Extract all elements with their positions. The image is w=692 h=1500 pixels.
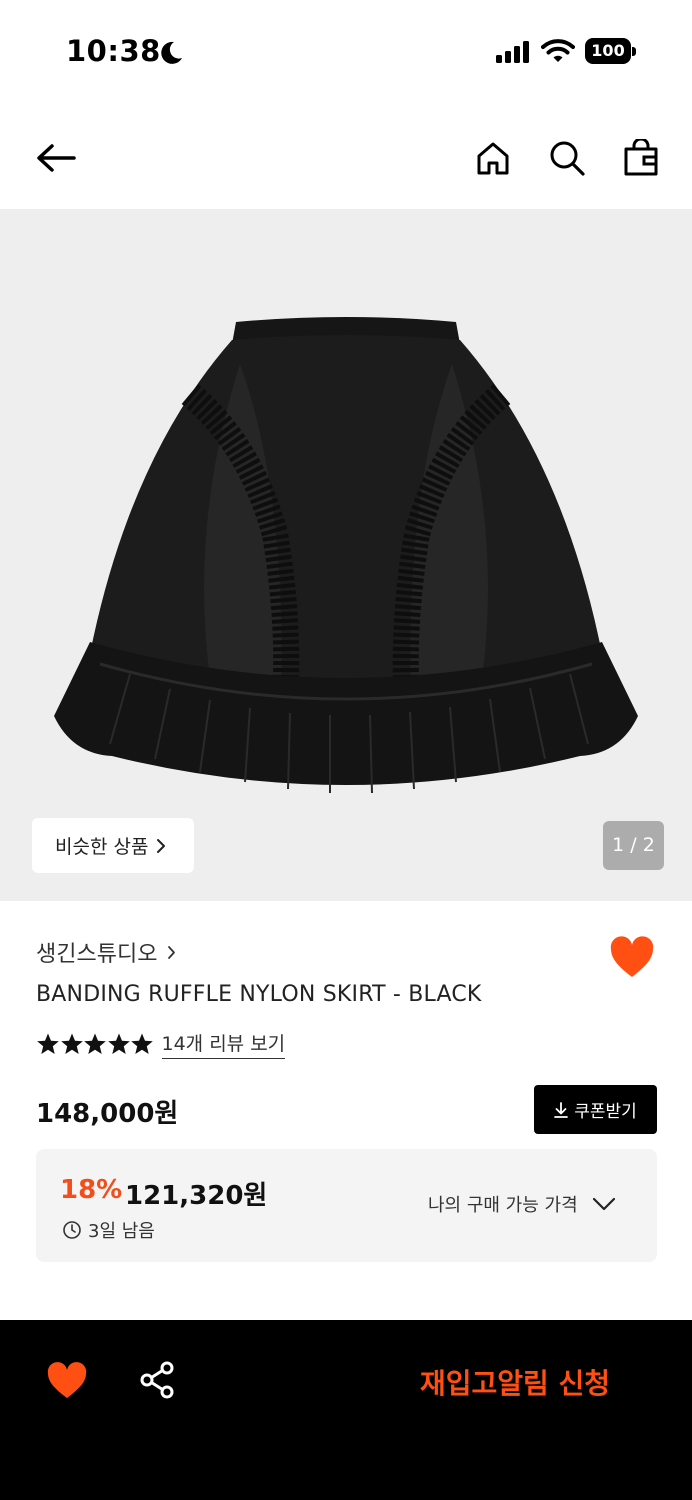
search-icon bbox=[550, 141, 585, 176]
star-icon bbox=[131, 1033, 153, 1054]
shopping-bag-icon bbox=[624, 139, 658, 176]
wifi-icon bbox=[541, 39, 575, 62]
top-navigation bbox=[0, 120, 692, 196]
similar-products-button[interactable]: 비슷한 상품 bbox=[32, 818, 194, 873]
wishlist-heart-icon[interactable] bbox=[609, 936, 655, 980]
product-image-gallery[interactable]: 비슷한 상품 1 / 2 bbox=[0, 209, 692, 901]
search-button[interactable] bbox=[543, 134, 591, 182]
time-remaining-label: 3일 남음 bbox=[88, 1221, 155, 1242]
restock-alert-button[interactable]: 재입고알림 신청 bbox=[420, 1362, 610, 1402]
back-arrow-icon bbox=[37, 144, 76, 172]
rating-row: 14개 리뷰 보기 bbox=[36, 1029, 286, 1059]
review-link[interactable]: 14개 리뷰 보기 bbox=[161, 1029, 286, 1059]
discount-rate: 18% bbox=[60, 1175, 123, 1205]
my-price-toggle[interactable]: 나의 구매 가능 가격 bbox=[428, 1191, 616, 1217]
bottom-action-bar: 재입고알림 신청 bbox=[0, 1320, 692, 1500]
discount-price: 121,320원 bbox=[125, 1181, 268, 1211]
original-price: 148,000원 bbox=[36, 1099, 179, 1129]
star-icon bbox=[60, 1033, 83, 1054]
back-button[interactable] bbox=[32, 134, 80, 182]
wishlist-heart-icon[interactable] bbox=[46, 1362, 88, 1400]
battery-level: 100 bbox=[591, 41, 625, 60]
clock-icon bbox=[63, 1221, 81, 1239]
similar-products-label: 비슷한 상품 bbox=[55, 836, 149, 858]
cellular-signal-icon bbox=[496, 41, 529, 63]
time-remaining: 3일 남음 bbox=[62, 1217, 155, 1243]
chevron-right-icon bbox=[168, 945, 176, 959]
coupon-download-button[interactable]: 쿠폰받기 bbox=[534, 1085, 657, 1134]
battery-icon: 100 bbox=[585, 38, 637, 64]
brand-link[interactable]: 생긴스튜디오 bbox=[36, 936, 176, 968]
share-icon[interactable] bbox=[138, 1360, 178, 1400]
skirt-product-photo bbox=[54, 317, 638, 794]
status-bar: 10:38 100 bbox=[0, 0, 692, 100]
home-icon bbox=[477, 142, 509, 175]
download-icon bbox=[554, 1101, 569, 1118]
moon-icon bbox=[161, 41, 182, 64]
chevron-down-icon bbox=[592, 1197, 615, 1211]
discount-price-box: 18% 121,320원 3일 남음 나의 구매 가능 가격 bbox=[36, 1149, 657, 1262]
shopping-bag-button[interactable] bbox=[617, 134, 665, 182]
product-title: BANDING RUFFLE NYLON SKIRT - BLACK bbox=[36, 982, 482, 1007]
home-button[interactable] bbox=[469, 134, 517, 182]
star-icon bbox=[84, 1033, 106, 1054]
chevron-right-icon bbox=[157, 838, 166, 853]
brand-name: 생긴스튜디오 bbox=[36, 942, 158, 967]
star-icon bbox=[107, 1033, 130, 1054]
star-icon bbox=[37, 1033, 59, 1054]
coupon-label: 쿠폰받기 bbox=[574, 1102, 637, 1122]
image-page-indicator: 1 / 2 bbox=[603, 821, 664, 870]
my-price-label: 나의 구매 가능 가격 bbox=[428, 1195, 578, 1216]
status-time: 10:38 bbox=[66, 34, 161, 68]
rating-stars bbox=[36, 1032, 154, 1056]
